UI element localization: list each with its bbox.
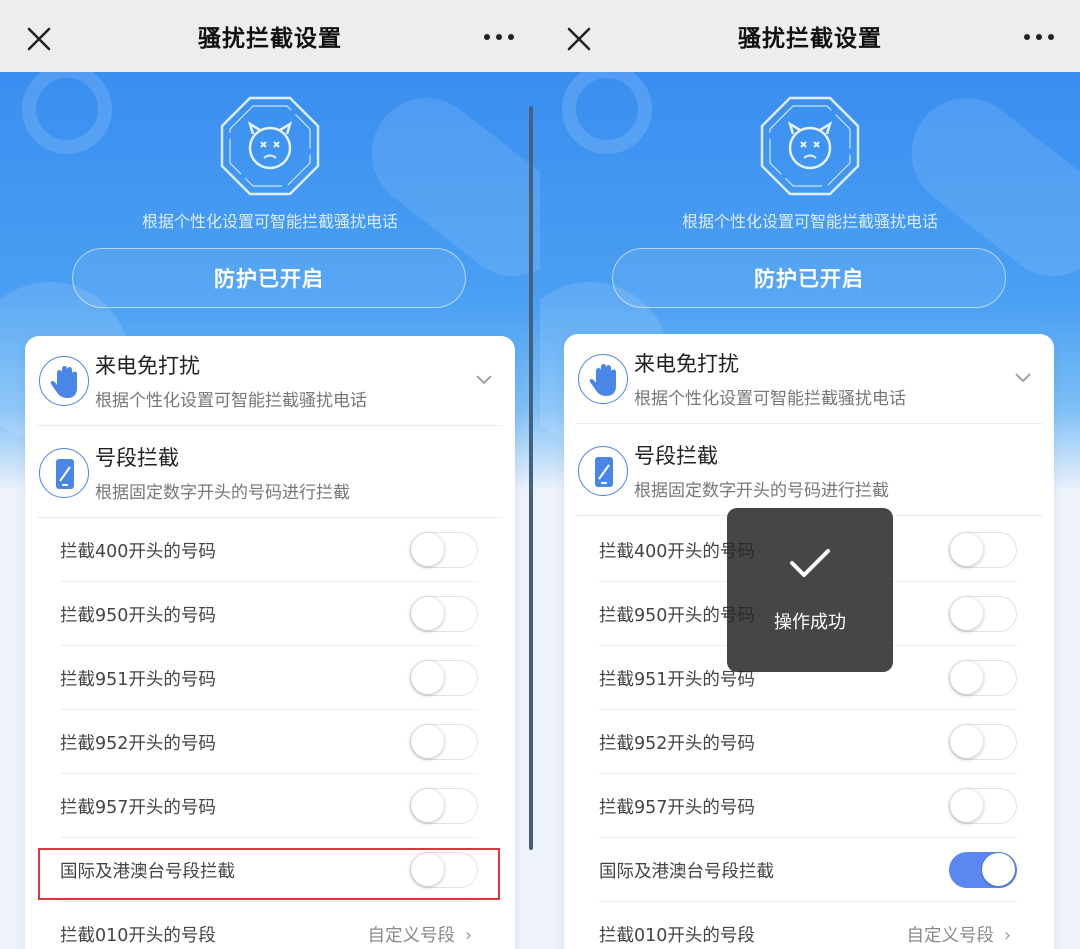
toggle-knob xyxy=(982,853,1015,886)
feature-desc: 根据个性化设置可智能拦截骚扰电话 xyxy=(95,391,367,411)
toggle-switch[interactable] xyxy=(949,596,1017,632)
toggle-switch[interactable] xyxy=(949,724,1017,760)
toggle-knob xyxy=(950,725,983,758)
international-toggle[interactable] xyxy=(410,852,478,888)
chevron-down-icon[interactable] xyxy=(1014,372,1032,384)
option-row: 拦截950开头的号码 xyxy=(60,582,478,646)
checkmark-icon xyxy=(790,549,830,577)
custom-range-link[interactable]: 自定义号段 › xyxy=(368,922,473,947)
option-label: 拦截952开头的号码 xyxy=(599,734,755,754)
feature-desc: 根据固定数字开头的号码进行拦截 xyxy=(634,481,889,501)
custom-range-link[interactable]: 自定义号段 › xyxy=(907,922,1012,947)
decor-ring xyxy=(562,72,652,154)
success-toast: 操作成功 xyxy=(727,508,893,672)
toggle-knob xyxy=(411,661,444,694)
scrollbar[interactable] xyxy=(529,106,533,850)
settings-card: 来电免打扰 根据个性化设置可智能拦截骚扰电话 号段拦截 根据固定数字开头的号码进… xyxy=(25,336,515,949)
toggle-knob xyxy=(950,597,983,630)
option-row-custom[interactable]: 拦截010开头的号段 自定义号段 › xyxy=(599,902,1017,949)
close-icon[interactable] xyxy=(562,22,596,56)
toggle-switch[interactable] xyxy=(410,660,478,696)
international-toggle[interactable] xyxy=(949,852,1017,888)
option-row: 拦截952开头的号码 xyxy=(599,710,1017,774)
feature-desc: 根据固定数字开头的号码进行拦截 xyxy=(95,483,350,503)
toggle-switch[interactable] xyxy=(410,788,478,824)
hand-icon xyxy=(578,354,628,404)
option-label: 拦截950开头的号码 xyxy=(60,606,216,626)
nav-bar: 骚扰拦截设置 xyxy=(540,0,1080,72)
chevron-down-icon[interactable] xyxy=(475,374,493,386)
close-icon[interactable] xyxy=(22,22,56,56)
option-row: 拦截957开头的号码 xyxy=(60,774,478,838)
toggle-knob xyxy=(950,661,983,694)
toggle-switch[interactable] xyxy=(949,660,1017,696)
custom-range-label: 自定义号段 xyxy=(367,926,456,946)
feature-number-block[interactable]: 号段拦截 根据固定数字开头的号码进行拦截 xyxy=(37,428,503,518)
hero-subtitle: 根据个性化设置可智能拦截骚扰电话 xyxy=(681,212,938,231)
toggle-knob xyxy=(950,789,983,822)
toggle-knob xyxy=(411,789,444,822)
feature-title: 号段拦截 xyxy=(634,444,718,468)
option-label: 拦截951开头的号码 xyxy=(60,670,216,690)
toggle-switch[interactable] xyxy=(410,724,478,760)
option-label: 拦截952开头的号码 xyxy=(60,734,216,754)
toggle-knob xyxy=(411,725,444,758)
toggle-switch[interactable] xyxy=(410,532,478,568)
toggle-knob xyxy=(411,533,444,566)
option-label: 拦截957开头的号码 xyxy=(60,798,216,818)
page-title: 骚扰拦截设置 xyxy=(738,26,882,52)
chevron-right-icon: › xyxy=(465,926,472,946)
toggle-knob xyxy=(411,853,444,886)
feature-do-not-disturb[interactable]: 来电免打扰 根据个性化设置可智能拦截骚扰电话 xyxy=(37,336,503,426)
option-row: 拦截400开头的号码 xyxy=(60,518,478,582)
toggle-switch[interactable] xyxy=(410,596,478,632)
feature-title: 号段拦截 xyxy=(95,446,179,470)
nav-bar: 骚扰拦截设置 xyxy=(0,0,540,72)
phone-icon xyxy=(578,446,628,496)
option-label: 国际及港澳台号段拦截 xyxy=(60,862,235,882)
more-icon[interactable] xyxy=(1022,30,1056,44)
decor-ring xyxy=(22,72,112,154)
shield-face-icon xyxy=(220,96,320,196)
toggle-switch[interactable] xyxy=(949,788,1017,824)
shield-face-icon xyxy=(760,96,860,196)
protection-status-button[interactable]: 防护已开启 xyxy=(72,248,466,308)
option-row-international: 国际及港澳台号段拦截 xyxy=(60,838,478,902)
toggle-switch[interactable] xyxy=(949,532,1017,568)
option-label: 国际及港澳台号段拦截 xyxy=(599,862,774,882)
custom-range-label: 自定义号段 xyxy=(906,926,995,946)
screen-before: 根据个性化设置可智能拦截骚扰电话 防护已开启 骚扰拦截设置 来电免打扰 根据个性… xyxy=(0,0,540,949)
option-row: 拦截951开头的号码 xyxy=(60,646,478,710)
option-row-international: 国际及港澳台号段拦截 xyxy=(599,838,1017,902)
toggle-knob xyxy=(950,533,983,566)
feature-number-block[interactable]: 号段拦截 根据固定数字开头的号码进行拦截 xyxy=(576,426,1042,516)
hero-subtitle: 根据个性化设置可智能拦截骚扰电话 xyxy=(141,212,398,231)
protection-status-button[interactable]: 防护已开启 xyxy=(612,248,1006,308)
option-label: 拦截010开头的号段 xyxy=(599,926,755,946)
option-label: 拦截957开头的号码 xyxy=(599,798,755,818)
feature-desc: 根据个性化设置可智能拦截骚扰电话 xyxy=(634,389,906,409)
screen-after: 根据个性化设置可智能拦截骚扰电话 防护已开启 骚扰拦截设置 来电免打扰 根据个性… xyxy=(540,0,1080,949)
more-icon[interactable] xyxy=(482,30,516,44)
feature-do-not-disturb[interactable]: 来电免打扰 根据个性化设置可智能拦截骚扰电话 xyxy=(576,334,1042,424)
toast-message: 操作成功 xyxy=(774,612,846,633)
hand-icon xyxy=(39,356,89,406)
toggle-knob xyxy=(411,597,444,630)
feature-title: 来电免打扰 xyxy=(634,352,739,376)
option-row-custom[interactable]: 拦截010开头的号段 自定义号段 › xyxy=(60,902,478,949)
option-label: 拦截400开头的号码 xyxy=(60,542,216,562)
option-row: 拦截952开头的号码 xyxy=(60,710,478,774)
chevron-right-icon: › xyxy=(1004,926,1011,946)
phone-icon xyxy=(39,448,89,498)
option-row: 拦截957开头的号码 xyxy=(599,774,1017,838)
feature-title: 来电免打扰 xyxy=(95,354,200,378)
option-label: 拦截010开头的号段 xyxy=(60,926,216,946)
page-title: 骚扰拦截设置 xyxy=(198,26,342,52)
